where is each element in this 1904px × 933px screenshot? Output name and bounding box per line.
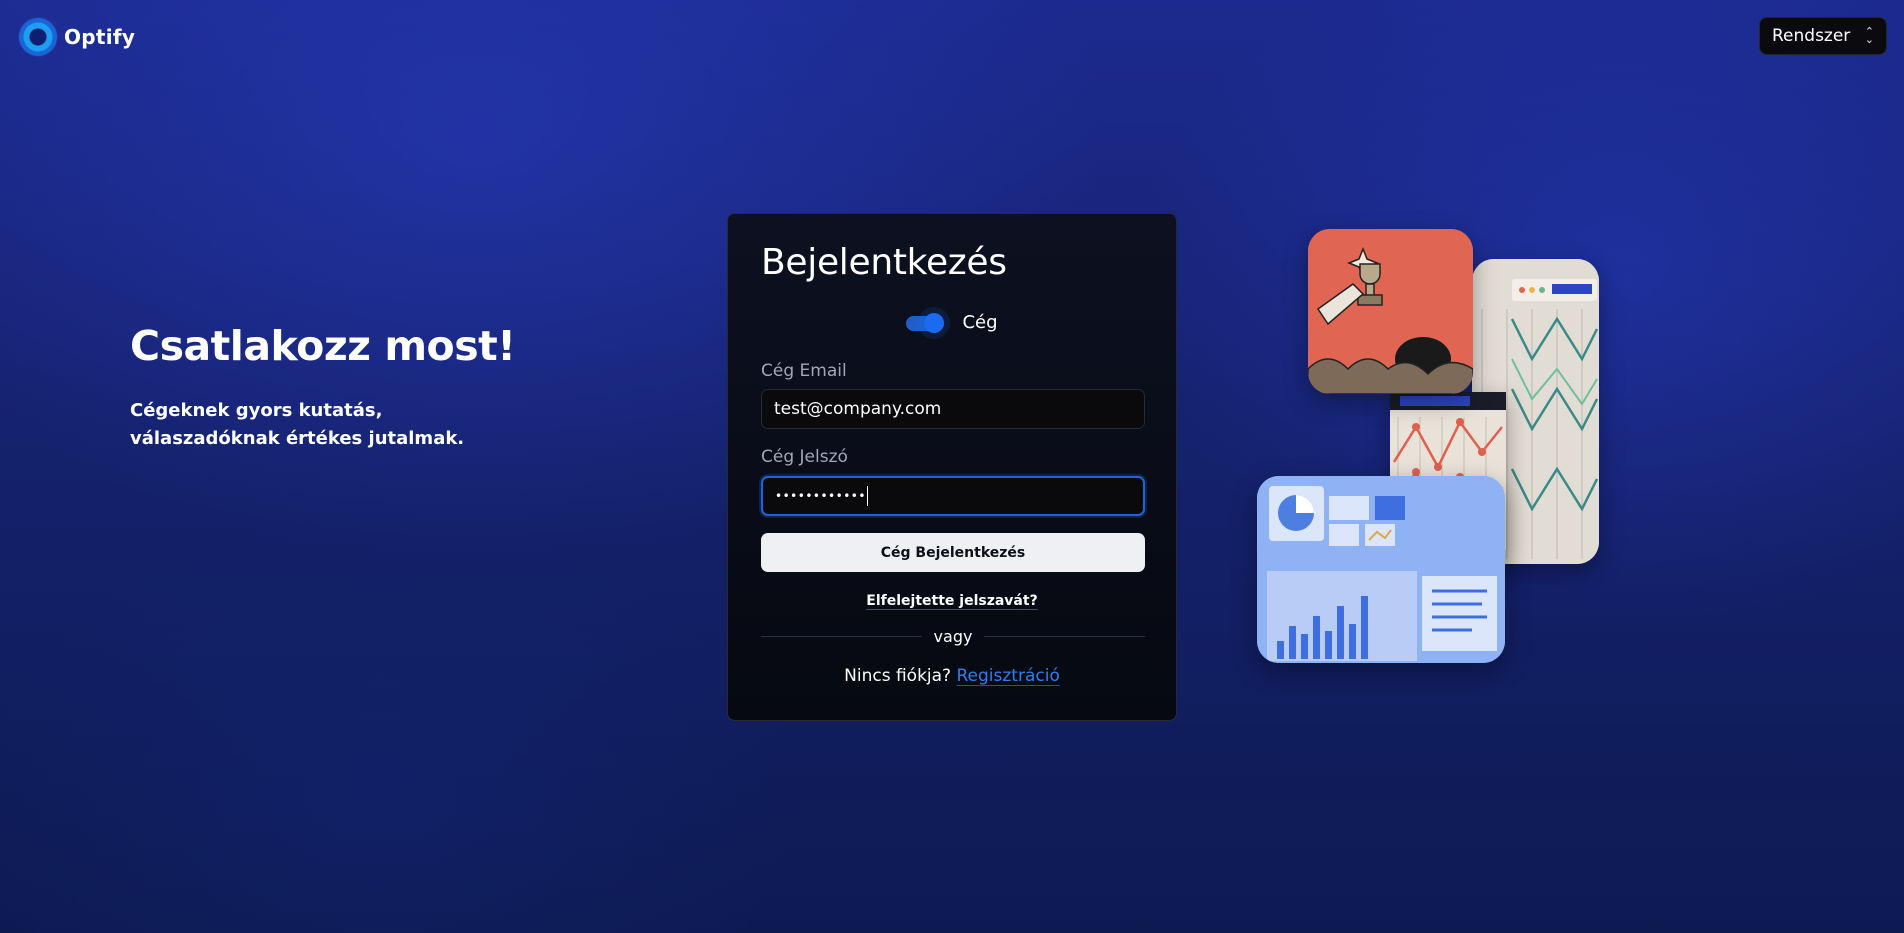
illustration-trophy	[1308, 229, 1473, 394]
email-value: test@company.com	[774, 399, 942, 419]
email-label: Cég Email	[761, 361, 847, 381]
company-toggle-switch[interactable]	[906, 312, 945, 333]
signup-link[interactable]: Regisztráció	[957, 666, 1060, 686]
login-card: Bejelentkezés Cég Cég Email test@company…	[727, 213, 1177, 721]
login-submit-button[interactable]: Cég Bejelentkezés	[761, 533, 1145, 572]
optify-logo-icon	[19, 18, 57, 56]
toggle-label: Cég	[962, 312, 998, 333]
login-title: Bejelentkezés	[761, 242, 1007, 283]
theme-select-value: Rendszer	[1772, 26, 1851, 46]
divider-text: vagy	[933, 627, 973, 646]
or-divider: vagy	[761, 627, 1145, 646]
forgot-password-link[interactable]: Elfelejtette jelszavát?	[866, 593, 1037, 609]
hero-subtitle: Cégeknek gyors kutatás, válaszadóknak ér…	[130, 400, 465, 449]
divider-line-left	[761, 636, 922, 637]
theme-select[interactable]: Rendszer ⌃ ⌄	[1759, 17, 1887, 55]
account-type-toggle-row: Cég	[728, 312, 1176, 333]
chevron-up-down-icon: ⌃ ⌄	[1864, 25, 1874, 46]
password-field[interactable]: ••••••••••••	[761, 476, 1145, 516]
toggle-thumb	[924, 312, 945, 333]
email-field[interactable]: test@company.com	[761, 389, 1145, 429]
text-caret	[866, 486, 868, 506]
brand-logo[interactable]: Optify	[19, 18, 135, 56]
illustration-dashboard	[1257, 476, 1505, 663]
forgot-password-row: Elfelejtette jelszavát?	[728, 590, 1176, 609]
brand-name: Optify	[64, 25, 136, 49]
trophy-celebration-icon	[1308, 229, 1473, 394]
signup-prompt: Nincs fiókja?	[844, 666, 952, 686]
signup-row: Nincs fiókja? Regisztráció	[728, 666, 1176, 686]
dashboard-illustration	[1257, 476, 1505, 663]
password-label: Cég Jelszó	[761, 447, 848, 467]
hero-title: Csatlakozz most!	[130, 322, 516, 370]
password-value: ••••••••••••	[775, 489, 866, 503]
divider-line-right	[984, 636, 1145, 637]
